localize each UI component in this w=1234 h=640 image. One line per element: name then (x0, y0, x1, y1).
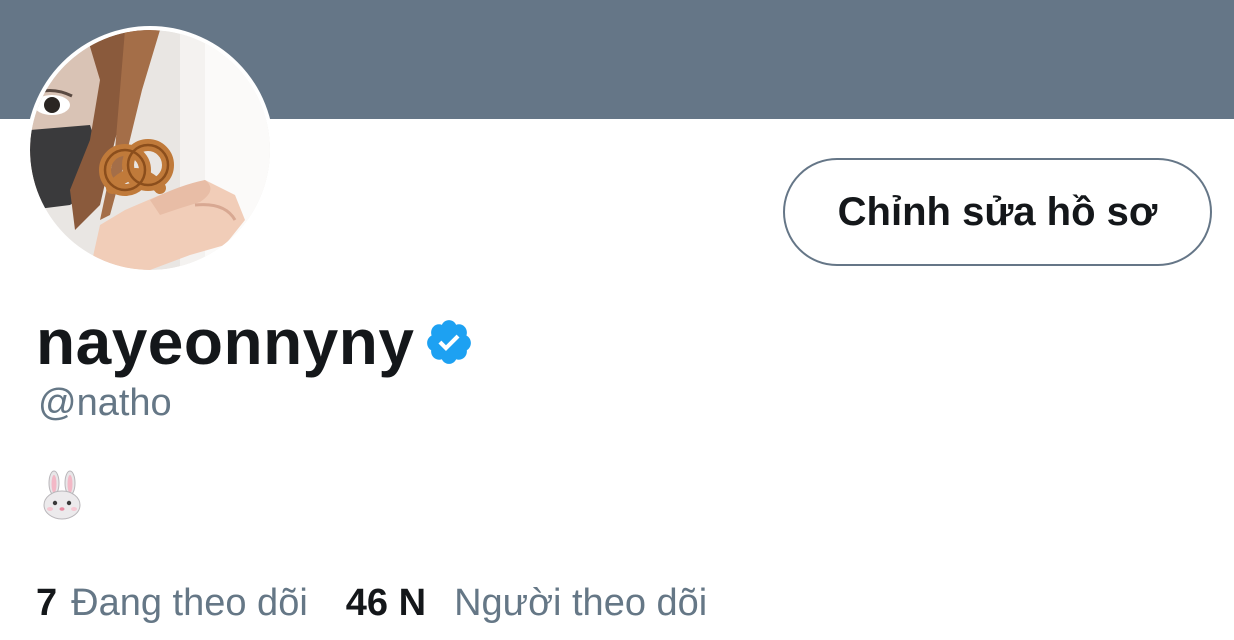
avatar-photo (30, 30, 270, 270)
followers-label: Người theo dõi (454, 582, 708, 624)
followers-stat[interactable]: 46 N Người theo dõi (346, 578, 707, 628)
rabbit-face-icon (43, 470, 81, 520)
verified-badge-icon (427, 320, 472, 364)
display-name: nayeonnyny (36, 306, 415, 378)
user-handle: @natho (38, 382, 172, 424)
name-row: nayeonnyny (36, 306, 474, 378)
edit-profile-button[interactable]: Chỉnh sửa hồ sơ (783, 158, 1212, 266)
profile-stats: 7 Đang theo dõi 46 N Người theo dõi (36, 578, 707, 628)
profile-header: Chỉnh sửa hồ sơ nayeonnyny @natho 7 Đang… (0, 0, 1234, 640)
following-count: 7 (36, 582, 58, 624)
bio (38, 470, 86, 520)
following-label: Đang theo dõi (71, 582, 308, 624)
followers-count: 46 N (345, 582, 427, 624)
following-stat[interactable]: 7 Đang theo dõi (36, 578, 308, 628)
profile-avatar[interactable] (26, 26, 274, 274)
